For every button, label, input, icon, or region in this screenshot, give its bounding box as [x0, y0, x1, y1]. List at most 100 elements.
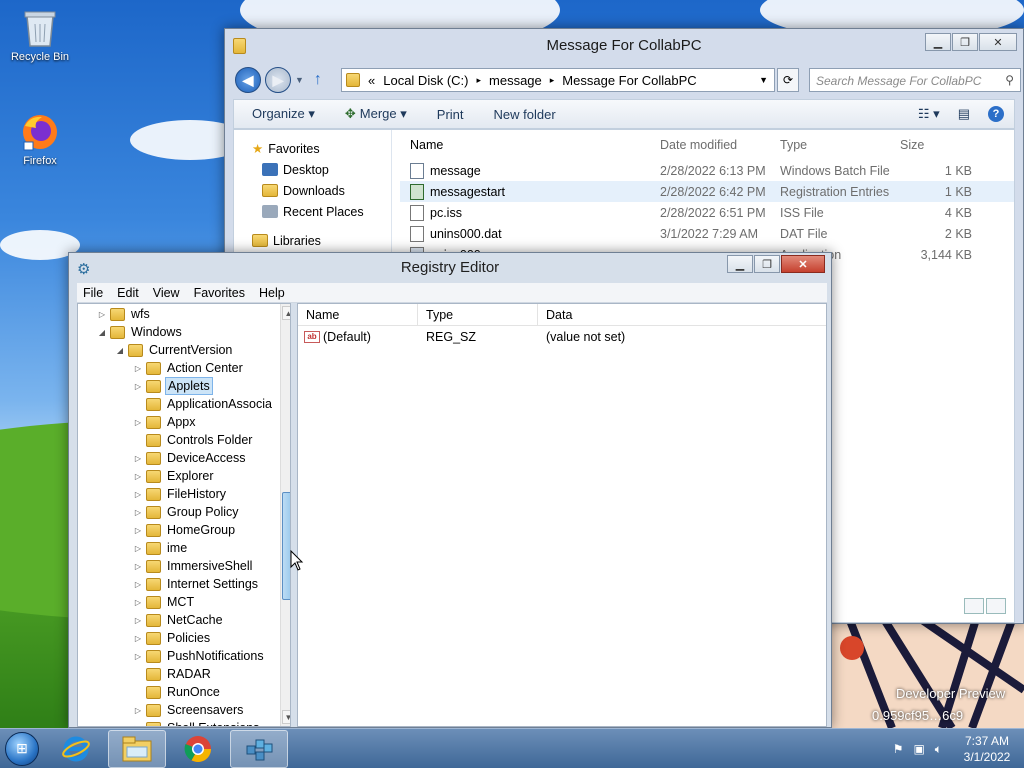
scroll-down-icon[interactable]: ▼: [282, 710, 290, 724]
recent-pages-icon[interactable]: ▼: [295, 75, 304, 85]
menu-favorites[interactable]: Favorites: [194, 286, 245, 300]
minimize-button[interactable]: ▁: [727, 255, 753, 273]
col-date[interactable]: Date modified: [660, 138, 780, 152]
nav-libraries[interactable]: Libraries: [234, 230, 391, 251]
tree-scrollbar[interactable]: ▲ ▼: [280, 304, 290, 726]
tree-node-wfs[interactable]: ▷ wfs: [96, 305, 152, 323]
expand-arrow-icon[interactable]: ▷: [132, 580, 144, 589]
tree-node[interactable]: ▷ Screensavers: [132, 701, 245, 719]
taskbar-chrome[interactable]: [169, 730, 227, 768]
expand-arrow-icon[interactable]: ◢: [114, 346, 126, 355]
search-input[interactable]: Search Message For CollabPC ⚲: [809, 68, 1021, 92]
breadcrumb-current[interactable]: Message For CollabPC: [562, 73, 696, 88]
file-row[interactable]: unins000.dat 3/1/2022 7:29 AM DAT File 2…: [400, 223, 1014, 244]
tree-node[interactable]: ▷ Explorer: [132, 467, 216, 485]
tree-node[interactable]: ▷ HomeGroup: [132, 521, 237, 539]
col-value-data[interactable]: Data: [538, 304, 826, 326]
tree-node[interactable]: ApplicationAssocia: [132, 395, 274, 413]
col-type[interactable]: Type: [780, 138, 900, 152]
expand-arrow-icon[interactable]: ▷: [132, 454, 144, 463]
address-bar[interactable]: « Local Disk (C:) ▸ message ▸ Message Fo…: [341, 68, 775, 92]
expand-arrow-icon[interactable]: ▷: [132, 544, 144, 553]
refresh-button[interactable]: ⟳: [777, 68, 799, 92]
new-folder-button[interactable]: New folder: [494, 107, 556, 122]
tree-node[interactable]: ▷ MCT: [132, 593, 196, 611]
tree-node[interactable]: ▷ Internet Settings: [132, 575, 260, 593]
organize-button[interactable]: Organize ▾: [252, 106, 315, 122]
clock[interactable]: 7:37 AM 3/1/2022: [950, 733, 1024, 765]
menu-view[interactable]: View: [153, 286, 180, 300]
tree-node[interactable]: ▷ NetCache: [132, 611, 225, 629]
view-options-icon[interactable]: ☷ ▾: [918, 106, 940, 122]
regedit-titlebar[interactable]: ⚙ Registry Editor ▁ ❐ ✕: [69, 253, 831, 283]
tree-node[interactable]: ▷ Applets: [132, 377, 213, 395]
back-button[interactable]: ◀: [235, 67, 261, 93]
menu-edit[interactable]: Edit: [117, 286, 139, 300]
tree-node[interactable]: ▷ Shell Extensions: [132, 719, 261, 727]
file-row[interactable]: message 2/28/2022 6:13 PM Windows Batch …: [400, 160, 1014, 181]
expand-arrow-icon[interactable]: ▷: [132, 598, 144, 607]
expand-arrow-icon[interactable]: ◢: [96, 328, 108, 337]
expand-arrow-icon[interactable]: ▷: [132, 490, 144, 499]
menu-help[interactable]: Help: [259, 286, 285, 300]
merge-button[interactable]: ✥ Merge ▾: [345, 106, 407, 122]
expand-arrow-icon[interactable]: ▷: [132, 508, 144, 517]
nav-favorites[interactable]: ★ Favorites: [234, 138, 391, 159]
tree-node[interactable]: ▷ Policies: [132, 629, 212, 647]
scroll-up-icon[interactable]: ▲: [282, 306, 290, 320]
expand-arrow-icon[interactable]: ▷: [132, 562, 144, 571]
menu-file[interactable]: File: [83, 286, 103, 300]
scroll-thumb[interactable]: [282, 492, 290, 600]
nav-downloads[interactable]: Downloads: [234, 180, 391, 201]
expand-arrow-icon[interactable]: ▷: [132, 526, 144, 535]
taskbar-explorer[interactable]: [108, 729, 166, 768]
minimize-button[interactable]: ▁: [925, 33, 951, 51]
close-button[interactable]: ✕: [979, 33, 1017, 51]
address-dropdown-icon[interactable]: ▼: [759, 75, 768, 85]
expand-arrow-icon[interactable]: ▷: [132, 724, 144, 727]
col-value-name[interactable]: Name: [298, 303, 418, 326]
expand-arrow-icon[interactable]: ▷: [96, 310, 108, 319]
taskbar-regedit[interactable]: [230, 729, 288, 768]
up-arrow-icon[interactable]: ↑: [314, 71, 322, 89]
nav-recent-places[interactable]: Recent Places: [234, 201, 391, 222]
value-row[interactable]: ab (Default) REG_SZ (value not set): [298, 326, 826, 348]
volume-icon[interactable]: 🔈︎: [935, 742, 942, 757]
tree-node[interactable]: ▷ ImmersiveShell: [132, 557, 254, 575]
expand-arrow-icon[interactable]: ▷: [132, 364, 144, 373]
col-size[interactable]: Size: [900, 138, 972, 152]
details-view-icon[interactable]: [964, 598, 984, 614]
file-row[interactable]: messagestart 2/28/2022 6:42 PM Registrat…: [400, 181, 1014, 202]
tree-node[interactable]: ▷ FileHistory: [132, 485, 228, 503]
tree-node[interactable]: ▷ DeviceAccess: [132, 449, 248, 467]
expand-arrow-icon[interactable]: ▷: [132, 418, 144, 427]
expand-arrow-icon[interactable]: ▷: [132, 634, 144, 643]
close-button[interactable]: ✕: [781, 255, 825, 273]
tree-node[interactable]: Controls Folder: [132, 431, 254, 449]
col-value-type[interactable]: Type: [418, 303, 538, 326]
recycle-bin-shortcut[interactable]: Recycle Bin: [4, 8, 76, 63]
expand-arrow-icon[interactable]: ▷: [132, 472, 144, 481]
maximize-button[interactable]: ❐: [952, 33, 978, 51]
preview-pane-icon[interactable]: ▤: [958, 106, 970, 122]
tree-node[interactable]: ▷ ime: [132, 539, 189, 557]
tree-node[interactable]: RunOnce: [132, 683, 222, 701]
breadcrumb-sep-icon[interactable]: ▸: [476, 75, 481, 86]
tree-node[interactable]: ▷ Group Policy: [132, 503, 241, 521]
start-button[interactable]: ⊞: [0, 730, 44, 768]
breadcrumb-overflow[interactable]: «: [368, 73, 375, 88]
maximize-button[interactable]: ❐: [754, 255, 780, 273]
tree-node[interactable]: ▷ Appx: [132, 413, 198, 431]
breadcrumb-sep-icon[interactable]: ▸: [550, 75, 555, 86]
nav-desktop[interactable]: Desktop: [234, 159, 391, 180]
tree-node-currentversion[interactable]: ◢ CurrentVersion: [114, 341, 234, 359]
expand-arrow-icon[interactable]: ▷: [132, 382, 144, 391]
tree-node-windows[interactable]: ◢ Windows: [96, 323, 184, 341]
tree-node[interactable]: ▷ PushNotifications: [132, 647, 266, 665]
taskbar-ie[interactable]: [47, 730, 105, 768]
print-button[interactable]: Print: [437, 107, 464, 122]
firefox-shortcut[interactable]: Firefox: [4, 112, 76, 167]
forward-button[interactable]: ▶: [265, 67, 291, 93]
expand-arrow-icon[interactable]: ▷: [132, 616, 144, 625]
action-center-flag-icon[interactable]: ⚑: [893, 742, 904, 756]
